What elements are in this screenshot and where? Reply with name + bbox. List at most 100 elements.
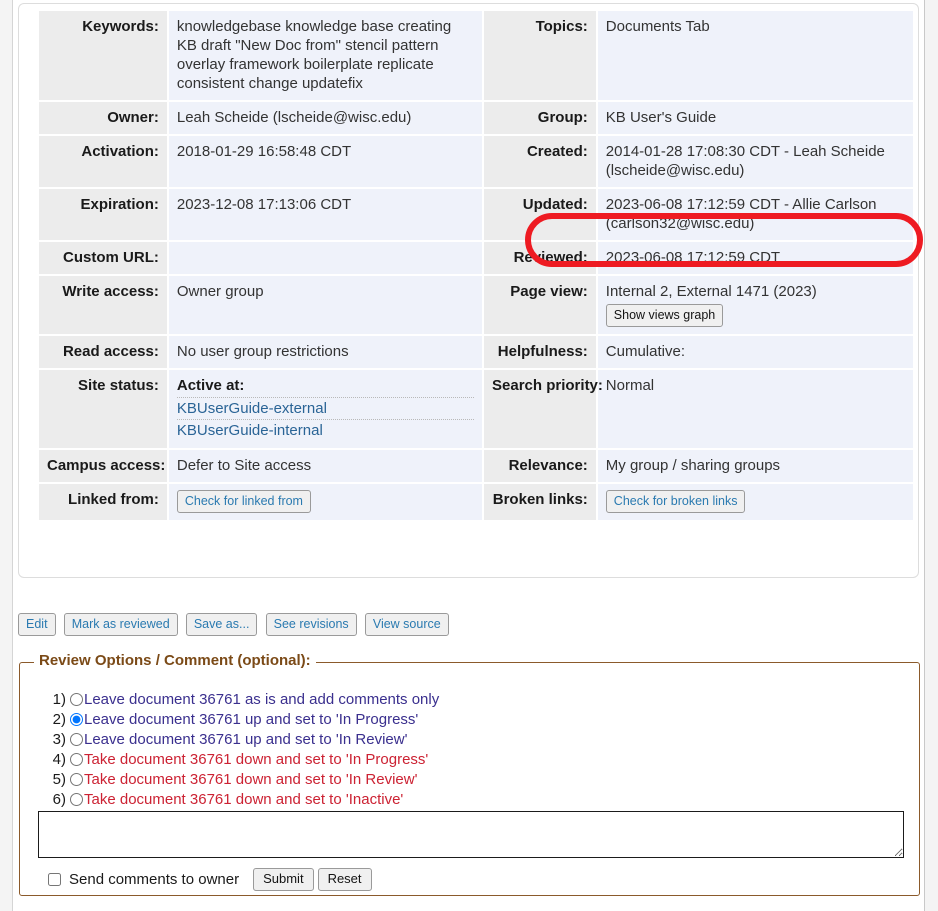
field-label-expiration: Expiration: [39,189,167,240]
review-option-6[interactable]: 6) Take document 36761 down and set to '… [42,789,892,809]
save-as-button[interactable]: Save as... [185,613,258,636]
mark-as-reviewed-button[interactable]: Mark as reviewed [63,613,178,636]
review-option-label-2: Leave document 36761 up and set to 'In P… [84,710,419,728]
field-label-custom-url: Custom URL: [39,242,167,274]
submit-button[interactable]: Submit [253,868,314,891]
review-option-radio-4[interactable] [70,752,83,766]
table-row: Site status: Active at: KBUserGuide-exte… [39,370,913,448]
field-label-page-view: Page view: [484,276,596,334]
field-value-page-view: Internal 2, External 1471 (2023) Show vi… [597,276,913,334]
field-value-activation: 2018-01-29 16:58:48 CDT [168,136,483,187]
field-label-relevance: Relevance: [484,450,596,482]
field-label-created: Created: [484,136,596,187]
review-options-fieldset: Review Options / Comment (optional): 1) … [19,652,920,896]
review-option-label-6: Take document 36761 down and set to 'Ina… [84,790,404,808]
option-number: 4) [52,750,66,768]
site-link-internal[interactable]: KBUserGuide-internal [177,422,323,439]
field-label-reviewed: Reviewed: [484,242,596,274]
field-value-group: KB User's Guide [597,102,913,134]
send-comments-to-owner-checkbox[interactable] [48,873,61,886]
option-number: 5) [52,770,66,788]
table-row: Campus access: Defer to Site access Rele… [39,450,913,482]
send-comments-to-owner-label: Send comments to owner [69,871,240,888]
field-label-read-access: Read access: [39,336,167,368]
field-value-reviewed: 2023-06-08 17:12:59 CDT [597,242,913,274]
table-row: Keywords: knowledgebase knowledge base c… [39,11,913,100]
field-value-write-access: Owner group [168,276,483,334]
check-for-linked-from-button[interactable]: Check for linked from [176,490,311,513]
table-row: Linked from: Check for linked from Broke… [39,484,913,520]
field-label-group: Group: [484,102,596,134]
field-value-created: 2014-01-28 17:08:30 CDT - Leah Scheide (… [597,136,913,187]
review-option-label-3: Leave document 36761 up and set to 'In R… [84,730,408,748]
table-row: Activation: 2018-01-29 16:58:48 CDT Crea… [39,136,913,187]
field-value-custom-url [168,242,483,274]
page-content-frame: Keywords: knowledgebase knowledge base c… [12,0,925,911]
field-label-site-status: Site status: [39,370,167,448]
field-value-search-priority: Normal [597,370,913,448]
field-value-read-access: No user group restrictions [168,336,483,368]
site-status-heading: Active at: [176,376,475,398]
check-for-broken-links-button[interactable]: Check for broken links [605,490,746,513]
site-status-link-internal[interactable]: KBUserGuide-internal [177,420,474,441]
field-value-keywords: knowledgebase knowledge base creating KB… [168,11,483,100]
field-label-campus-access: Campus access: [39,450,167,482]
review-option-label-5: Take document 36761 down and set to 'In … [84,770,418,788]
option-number: 3) [52,730,66,748]
review-option-radio-6[interactable] [70,792,83,806]
field-value-site-status: Active at: KBUserGuide-external KBUserGu… [168,370,483,448]
option-number: 2) [52,710,66,728]
field-label-updated: Updated: [484,189,596,240]
document-metadata-panel: Keywords: knowledgebase knowledge base c… [18,3,923,578]
field-label-search-priority: Search priority: [484,370,603,448]
site-link-external[interactable]: KBUserGuide-external [177,400,327,417]
view-source-button[interactable]: View source [364,613,449,636]
table-row: Owner: Leah Scheide (lscheide@wisc.edu) … [39,102,913,134]
review-options-legend: Review Options / Comment (optional): [34,652,316,669]
field-label-topics: Topics: [484,11,596,100]
table-row: Read access: No user group restrictions … [39,336,913,368]
field-label-helpfulness: Helpfulness: [484,336,596,368]
field-label-owner: Owner: [39,102,167,134]
field-label-write-access: Write access: [39,276,167,334]
comment-textarea[interactable] [38,811,904,858]
review-option-4[interactable]: 4) Take document 36761 down and set to '… [42,749,892,769]
field-value-topics: Documents Tab [597,11,913,100]
field-label-keywords: Keywords: [39,11,167,100]
field-value-linked-from: Check for linked from [168,484,483,520]
field-value-relevance: My group / sharing groups [597,450,913,482]
document-action-bar: Edit Mark as reviewed Save as... See rev… [18,613,918,636]
option-number: 6) [52,790,66,808]
document-metadata-table: Keywords: knowledgebase knowledge base c… [37,9,915,522]
field-label-linked-from: Linked from: [39,484,167,520]
reset-button[interactable]: Reset [317,868,372,891]
review-options-list: 1) Leave document 36761 as is and add co… [42,689,892,809]
site-status-link-external[interactable]: KBUserGuide-external [176,398,475,420]
field-value-helpfulness: Cumulative: [597,336,913,368]
table-row: Custom URL: Reviewed: 2023-06-08 17:12:5… [39,242,913,274]
review-submit-row: Send comments to owner Submit Reset [48,868,376,891]
edit-button[interactable]: Edit [18,613,56,636]
review-option-radio-5[interactable] [70,772,83,786]
field-value-broken-links: Check for broken links [597,484,913,520]
field-label-broken-links: Broken links: [484,484,596,520]
show-views-graph-button[interactable]: Show views graph [605,304,724,327]
table-row-updated: Expiration: 2023-12-08 17:13:06 CDT Upda… [39,189,913,240]
review-option-5[interactable]: 5) Take document 36761 down and set to '… [42,769,892,789]
review-option-1[interactable]: 1) Leave document 36761 as is and add co… [42,689,892,709]
field-value-campus-access: Defer to Site access [168,450,483,482]
review-option-radio-2[interactable] [70,712,83,726]
table-row: Write access: Owner group Page view: Int… [39,276,913,334]
review-option-radio-3[interactable] [70,732,83,746]
review-option-2[interactable]: 2) Leave document 36761 up and set to 'I… [42,709,892,729]
option-number: 1) [52,690,66,708]
page-view-counts: Internal 2, External 1471 (2023) [605,283,817,300]
review-option-3[interactable]: 3) Leave document 36761 up and set to 'I… [42,729,892,749]
review-option-label-4: Take document 36761 down and set to 'In … [84,750,429,768]
see-revisions-button[interactable]: See revisions [265,613,357,636]
review-option-label-1: Leave document 36761 as is and add comme… [84,690,440,708]
field-value-expiration: 2023-12-08 17:13:06 CDT [168,189,483,240]
review-option-radio-1[interactable] [70,692,83,706]
field-value-owner: Leah Scheide (lscheide@wisc.edu) [168,102,483,134]
field-label-activation: Activation: [39,136,167,187]
